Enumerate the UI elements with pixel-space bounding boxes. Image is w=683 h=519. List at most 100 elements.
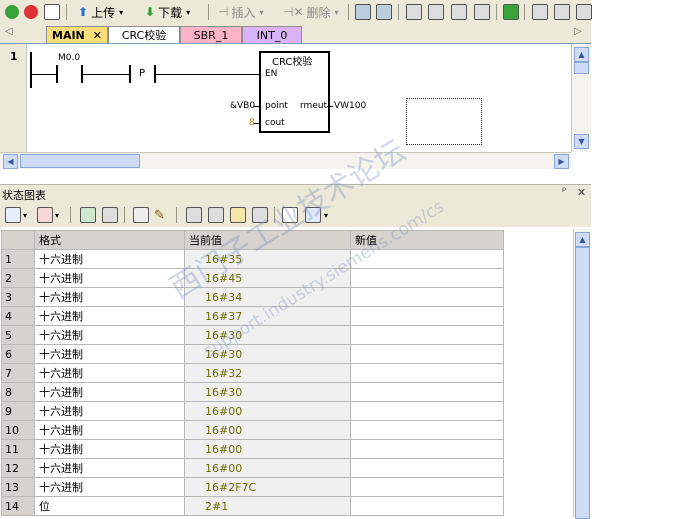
table-row[interactable]: 2 十六进制 16#45 (1, 268, 504, 288)
new-value-cell[interactable] (350, 344, 504, 364)
delete-table-icon[interactable]: ▾ (37, 206, 59, 224)
download-button[interactable]: ⬇ 下载 ▾ (145, 3, 190, 21)
tab-crc[interactable]: CRC校验 (108, 26, 180, 43)
tab-int0[interactable]: INT_0 (242, 26, 302, 43)
new-value-cell[interactable] (350, 439, 504, 459)
cout-value[interactable]: 8 (249, 118, 255, 128)
table-row[interactable]: 12 十六进制 16#00 (1, 458, 504, 478)
new-value-cell[interactable] (350, 477, 504, 497)
tool-a-icon[interactable] (406, 3, 422, 21)
ladder-vscroll[interactable]: ▲ ▼ (571, 44, 591, 152)
format-cell[interactable]: 十六进制 (34, 344, 185, 364)
add-table-icon[interactable]: ▾ (5, 206, 27, 224)
tool-c-icon[interactable] (451, 3, 467, 21)
close-panel-icon[interactable]: ✕ (577, 186, 586, 199)
force-icon[interactable] (186, 206, 202, 224)
view-icon[interactable]: ▾ (305, 206, 328, 224)
run-icon[interactable] (5, 3, 19, 21)
tool-b-icon[interactable] (428, 3, 444, 21)
point-value[interactable]: &VB0 (230, 101, 255, 111)
stop-icon[interactable] (24, 3, 38, 21)
new-value-cell[interactable] (350, 287, 504, 307)
upload-button[interactable]: ⬆ 上传 ▾ (78, 3, 123, 21)
status-scroll-thumb[interactable] (575, 247, 590, 519)
table-row[interactable]: 11 十六进制 16#00 (1, 439, 504, 459)
read-forced-icon[interactable] (252, 206, 268, 224)
status-scroll-up-icon[interactable]: ▲ (575, 232, 590, 247)
format-cell[interactable]: 十六进制 (34, 458, 185, 478)
trend-icon[interactable] (282, 206, 298, 224)
network2-icon[interactable] (376, 3, 392, 21)
new-value-cell[interactable] (350, 249, 504, 269)
tab-sbr1[interactable]: SBR_1 (180, 26, 242, 43)
contact-address[interactable]: M0.0 (58, 53, 80, 63)
output-value[interactable]: VW100 (334, 101, 366, 111)
new-value-cell[interactable] (350, 496, 504, 516)
new-value-cell[interactable] (350, 458, 504, 478)
new-value-cell[interactable] (350, 268, 504, 288)
unforce-icon[interactable] (208, 206, 224, 224)
current-value-cell: 16#45 (184, 268, 351, 288)
table-row[interactable]: 14 位 2#1 (1, 496, 504, 516)
header-current-value[interactable]: 当前值 (184, 230, 351, 250)
table-row[interactable]: 13 十六进制 16#2F7C (1, 477, 504, 497)
format-cell[interactable]: 十六进制 (34, 287, 185, 307)
format-cell[interactable]: 十六进制 (34, 382, 185, 402)
new-value-cell[interactable] (350, 325, 504, 345)
tool-d-icon[interactable] (474, 3, 490, 21)
start-monitor-icon[interactable] (80, 206, 96, 224)
scroll-down-icon[interactable]: ▼ (574, 134, 589, 149)
insert-button[interactable]: ⊣ 插入 ▾ (218, 3, 263, 21)
lock2-icon[interactable] (554, 3, 570, 21)
format-cell[interactable]: 十六进制 (34, 325, 185, 345)
ladder-hscroll[interactable]: ◀ ▶ (0, 152, 571, 169)
table-row[interactable]: 3 十六进制 16#34 (1, 287, 504, 307)
tab-left-arrow-icon[interactable]: ◁ (5, 26, 13, 37)
format-cell[interactable]: 位 (34, 496, 185, 516)
positive-edge-label[interactable]: P (139, 68, 145, 79)
lock-icon[interactable] (532, 3, 548, 21)
format-cell[interactable]: 十六进制 (34, 401, 185, 421)
new-value-cell[interactable] (350, 306, 504, 326)
cell-cursor[interactable] (406, 98, 482, 145)
compile-icon[interactable] (44, 3, 60, 21)
format-cell[interactable]: 十六进制 (34, 363, 185, 383)
status-vscroll[interactable]: ▲ (573, 229, 591, 519)
go-icon[interactable] (503, 3, 519, 21)
table-row[interactable]: 1 十六进制 16#35 (1, 249, 504, 269)
pencil-icon[interactable]: ✎ (154, 206, 165, 224)
status-chart-title: 状态图表 (2, 189, 46, 202)
tab-right-arrow-icon[interactable]: ▷ (574, 26, 582, 37)
pause-monitor-icon[interactable] (102, 206, 118, 224)
network-icon[interactable] (355, 3, 371, 21)
table-row[interactable]: 10 十六进制 16#00 (1, 420, 504, 440)
lock3-icon[interactable] (576, 3, 592, 21)
header-format[interactable]: 格式 (34, 230, 185, 250)
close-icon[interactable]: ✕ (93, 29, 102, 42)
table-row[interactable]: 7 十六进制 16#32 (1, 363, 504, 383)
format-cell[interactable]: 十六进制 (34, 306, 185, 326)
scroll-right-icon[interactable]: ▶ (554, 154, 569, 169)
table-row[interactable]: 4 十六进制 16#37 (1, 306, 504, 326)
glasses-icon[interactable] (133, 206, 149, 224)
table-row[interactable]: 8 十六进制 16#30 (1, 382, 504, 402)
new-value-cell[interactable] (350, 363, 504, 383)
table-row[interactable]: 9 十六进制 16#00 (1, 401, 504, 421)
new-value-cell[interactable] (350, 420, 504, 440)
new-value-cell[interactable] (350, 382, 504, 402)
format-cell[interactable]: 十六进制 (34, 420, 185, 440)
scroll-up-icon[interactable]: ▲ (574, 47, 589, 62)
pin-icon[interactable]: ᵖ (562, 186, 566, 197)
new-value-cell[interactable] (350, 401, 504, 421)
scroll-left-icon[interactable]: ◀ (3, 154, 18, 169)
format-cell[interactable]: 十六进制 (34, 268, 185, 288)
format-cell[interactable]: 十六进制 (34, 477, 185, 497)
unforce-all-icon[interactable] (230, 206, 246, 224)
delete-button[interactable]: ⊣✕ 删除 ▾ (283, 3, 339, 21)
table-row[interactable]: 5 十六进制 16#30 (1, 325, 504, 345)
format-cell[interactable]: 十六进制 (34, 439, 185, 459)
tab-main[interactable]: MAIN ✕ (46, 26, 108, 43)
format-cell[interactable]: 十六进制 (34, 249, 185, 269)
header-new-value[interactable]: 新值 (350, 230, 504, 250)
table-row[interactable]: 6 十六进制 16#30 (1, 344, 504, 364)
